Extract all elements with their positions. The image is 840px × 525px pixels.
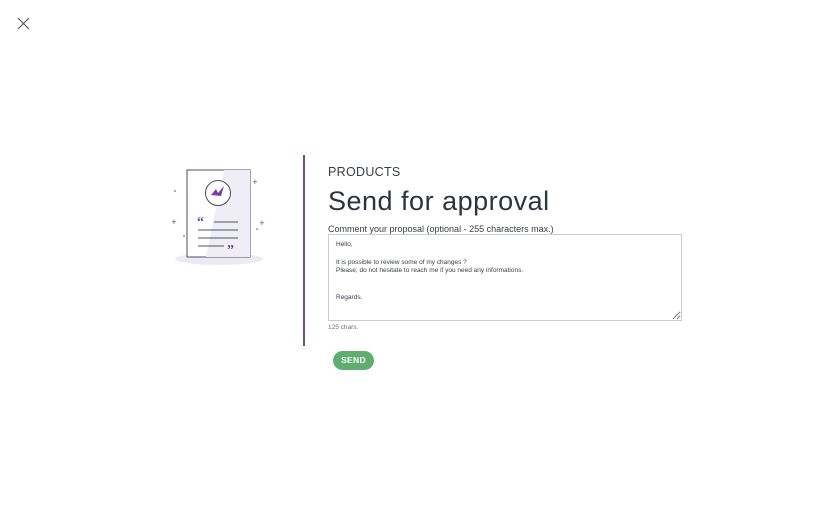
- page-title: Send for approval: [328, 186, 550, 216]
- comment-textarea[interactable]: [328, 234, 682, 321]
- svg-text:“: “: [197, 215, 204, 230]
- send-for-approval-modal: “ ” + + + PRODUCTS Send for approval Com…: [0, 0, 840, 525]
- section-eyebrow: PRODUCTS: [328, 165, 401, 179]
- document-approval-icon: “ ” + + +: [166, 164, 274, 270]
- svg-text:+: +: [252, 178, 258, 186]
- send-button[interactable]: SEND: [333, 351, 374, 370]
- close-icon[interactable]: [14, 14, 34, 34]
- svg-text:+: +: [259, 219, 265, 227]
- vertical-divider: [303, 155, 305, 346]
- form-header: PRODUCTS Send for approval Comment your …: [328, 165, 688, 235]
- svg-text:”: ”: [227, 243, 234, 258]
- char-counter: 125 chars.: [328, 324, 359, 331]
- svg-text:+: +: [171, 218, 177, 226]
